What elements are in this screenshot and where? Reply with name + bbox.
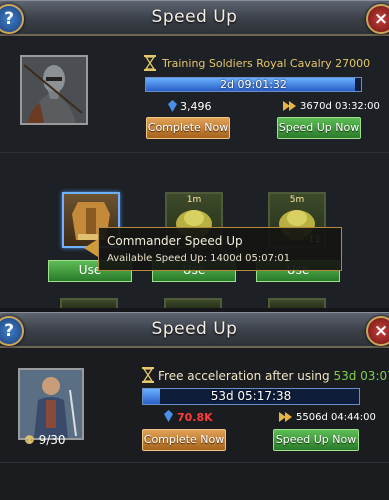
title-bar: Speed Up	[0, 0, 389, 36]
troop-count: ⚉ 9/30	[24, 433, 66, 447]
panel-title: Speed Up	[151, 319, 238, 339]
fast-forward-icon	[279, 412, 292, 422]
item-partial	[164, 298, 222, 308]
close-icon: ×	[373, 9, 389, 29]
troop-count-value: 9/30	[38, 433, 66, 447]
crystal-amount: 3,496	[180, 100, 212, 113]
complete-now-button[interactable]: Complete Now	[146, 117, 230, 139]
hourglass-icon	[142, 367, 154, 383]
fast-forward-icon	[283, 101, 296, 111]
tooltip-detail: Available Speed Up: 1400d 05:07:01	[107, 253, 291, 264]
progress-bar: 53d 05:17:38	[142, 388, 360, 405]
crystal-icon	[164, 410, 173, 422]
help-icon: ?	[4, 9, 14, 29]
close-icon: ×	[373, 321, 389, 341]
divider	[0, 462, 389, 463]
help-icon: ?	[4, 321, 14, 341]
close-button[interactable]: ×	[366, 316, 389, 346]
task-label: Training Soldiers Royal Cavalry 27000	[162, 57, 371, 70]
item-duration: 1m	[186, 195, 202, 205]
speedup-time: 3670d 03:32:00	[300, 101, 380, 112]
task-label: Free acceleration after using 53d 03:07.…	[158, 369, 389, 383]
close-button[interactable]: ×	[366, 4, 389, 34]
hourglass-icon	[144, 55, 156, 71]
task-time: 53d 03:07...	[333, 369, 389, 383]
divider	[0, 152, 389, 153]
speedup-time: 5506d 04:44:00	[296, 412, 376, 423]
task-prefix: Free acceleration after using	[158, 369, 330, 383]
troops-icon: ⚉	[24, 433, 35, 447]
item-tooltip: Commander Speed Up Available Speed Up: 1…	[98, 227, 342, 271]
crystal-icon	[168, 100, 177, 112]
knight-icon	[22, 57, 86, 123]
panel-title: Speed Up	[151, 7, 238, 27]
progress-bar: 2d 09:01:32	[145, 77, 362, 92]
progress-timer: 2d 09:01:32	[220, 78, 287, 91]
soldier-icon	[20, 370, 82, 438]
title-bar: Speed Up	[0, 312, 389, 348]
crystal-amount: 70.8K	[177, 411, 213, 424]
item-partial	[268, 298, 326, 308]
tooltip-pointer	[84, 239, 98, 257]
speed-up-now-button[interactable]: Speed Up Now	[273, 429, 359, 451]
speed-up-now-button[interactable]: Speed Up Now	[277, 117, 361, 139]
speedup-panel-bottom: Speed Up ? × ⚉ 9/30 Free acceleration af…	[0, 312, 389, 500]
progress-timer: 53d 05:17:38	[210, 389, 292, 403]
commander-portrait	[20, 55, 88, 125]
troop-portrait	[18, 368, 84, 440]
speedup-panel-top: Speed Up ? × Training Soldiers Royal Cav…	[0, 0, 389, 308]
item-duration: 5m	[289, 195, 305, 205]
complete-now-button[interactable]: Complete Now	[142, 429, 226, 451]
tooltip-title: Commander Speed Up	[107, 234, 243, 248]
item-partial	[60, 298, 118, 308]
